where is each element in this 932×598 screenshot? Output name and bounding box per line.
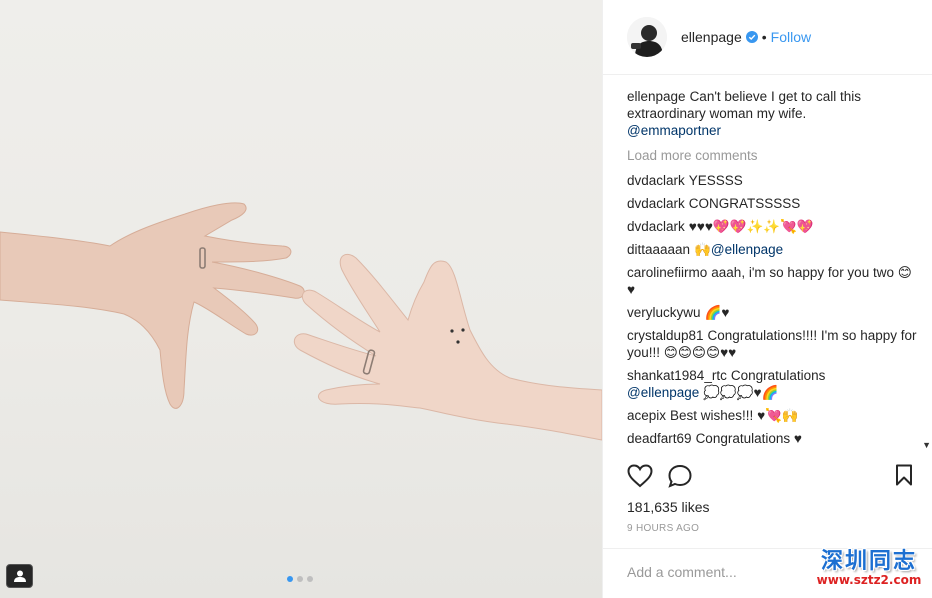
comment-username[interactable]: carolinefiirmo [627, 265, 707, 280]
verified-badge-icon [745, 31, 758, 43]
comment-text-after: 💭💭💭♥🌈 [703, 385, 779, 400]
comment-text: 🌈♥ [704, 305, 730, 320]
comment-username[interactable]: crystaldup81 [627, 328, 704, 343]
caption-mention[interactable]: @emmaportner [627, 123, 721, 138]
comment-row: crystaldup81 Congratulations!!!! I'm so h… [627, 327, 917, 361]
follow-button[interactable]: Follow [771, 29, 811, 45]
post-timestamp: 9 HOURS AGO [627, 523, 700, 534]
watermark-logo: 深圳同志 www.sztz2.com [810, 543, 928, 595]
likes-count[interactable]: 181,635 likes [627, 499, 710, 515]
comments-list[interactable]: ellenpage Can't believe I get to call thi… [627, 88, 917, 458]
caption: ellenpage Can't believe I get to call thi… [627, 88, 917, 139]
carousel-dot-2[interactable] [297, 576, 303, 582]
comment-text: Congratulations [730, 368, 826, 383]
comment-row: deadfart69 Congratulations ♥ [627, 430, 917, 447]
separator-bullet: • [761, 29, 767, 45]
comment-row: dittaaaaan 🙌@ellenpage [627, 241, 917, 258]
post-header: ellenpage • Follow [603, 0, 932, 75]
tag-people-icon [13, 570, 26, 582]
comment-mention[interactable]: @ellenpage [711, 242, 783, 257]
tag-people-button[interactable] [6, 564, 33, 588]
comment-row: veryluckywu 🌈♥ [627, 304, 917, 321]
scroll-down-arrow-icon[interactable]: ▼ [922, 440, 931, 450]
comment-text: Congratulations ♥ [695, 431, 802, 446]
comment-username[interactable]: dittaaaaan [627, 242, 690, 257]
post-panel: ellenpage • Follow ellenpage Can't believ… [602, 0, 932, 598]
comment-text: YESSSS [688, 173, 743, 188]
carousel-indicator [287, 576, 313, 582]
heart-icon[interactable] [627, 464, 653, 488]
comment-icon[interactable] [667, 464, 693, 488]
hands-image [0, 202, 602, 441]
comment-username[interactable]: deadfart69 [627, 431, 692, 446]
comment-username[interactable]: acepix [627, 408, 666, 423]
bookmark-icon[interactable] [895, 464, 913, 486]
watermark-url-text: www.sztz2.com [816, 573, 922, 587]
comment-username[interactable]: dvdaclark [627, 219, 685, 234]
comment-mention[interactable]: @ellenpage [627, 385, 699, 400]
avatar[interactable] [627, 17, 667, 57]
comment-text: CONGRATSSSSS [688, 196, 801, 211]
action-bar [627, 464, 917, 490]
comment-text: Best wishes!!! ♥💘🙌 [670, 408, 799, 423]
comment-username[interactable]: veryluckywu [627, 305, 701, 320]
comment-text: 🙌 [694, 242, 711, 257]
carousel-dot-1[interactable] [287, 576, 293, 582]
comment-row: dvdaclark CONGRATSSSSS [627, 195, 917, 212]
watermark-chinese-text: 深圳同志 [820, 549, 917, 574]
avatar-image [627, 17, 667, 57]
comment-username[interactable]: dvdaclark [627, 173, 685, 188]
load-more-comments-button[interactable]: Load more comments [627, 147, 917, 164]
comment-row: acepix Best wishes!!! ♥💘🙌 [627, 407, 917, 424]
comment-row: dvdaclark ♥♥♥💖💖✨✨💘💖 [627, 218, 917, 235]
comment-text: ♥♥♥💖💖✨✨💘💖 [688, 219, 814, 234]
post-photo[interactable] [0, 0, 602, 598]
carousel-dot-3[interactable] [307, 576, 313, 582]
comment-username[interactable]: dvdaclark [627, 196, 685, 211]
comment-row: dvdaclark YESSSS [627, 172, 917, 189]
add-comment-input[interactable] [627, 564, 827, 580]
caption-username[interactable]: ellenpage [627, 89, 686, 104]
comment-username[interactable]: shankat1984_rtc [627, 368, 727, 383]
username-link[interactable]: ellenpage [681, 29, 742, 45]
comment-row: shankat1984_rtc Congratulations @ellenpag… [627, 367, 917, 401]
comment-row: carolinefiirmo aaah, i'm so happy for you… [627, 264, 917, 298]
